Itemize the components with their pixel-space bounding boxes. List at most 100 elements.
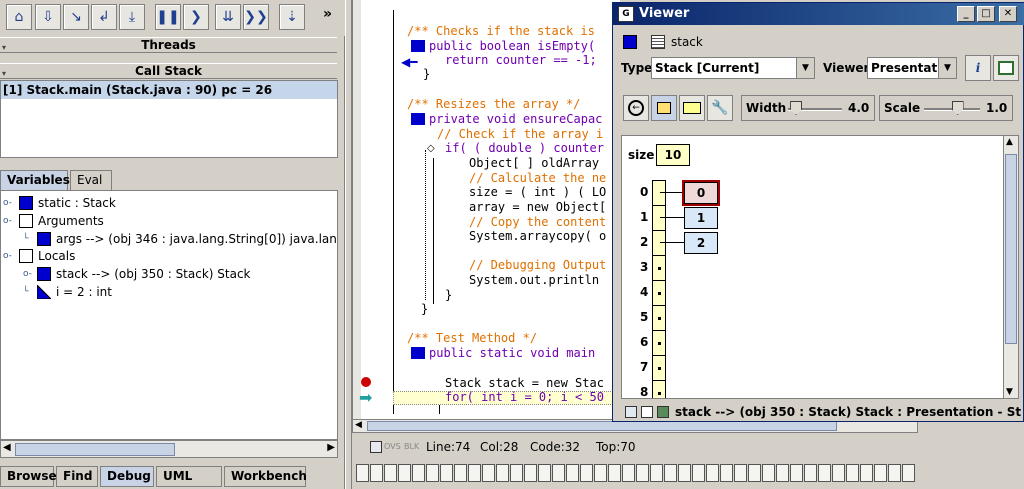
file-tab-icon[interactable] — [538, 464, 551, 482]
method-block-icon[interactable] — [411, 40, 425, 52]
resume-icon[interactable]: ❯ — [183, 4, 209, 30]
callstack-header[interactable]: ▾ Call Stack — [0, 63, 337, 79]
file-tab-icon[interactable] — [426, 464, 439, 482]
file-tab-icon[interactable] — [678, 464, 691, 482]
width-slider-thumb[interactable] — [790, 101, 803, 115]
array-cell[interactable] — [653, 181, 665, 206]
chevron-down-icon[interactable]: ▼ — [796, 58, 814, 78]
file-tab-icon[interactable] — [440, 464, 453, 482]
file-tab-icon[interactable] — [496, 464, 509, 482]
tree-node-icon[interactable]: o- — [3, 251, 12, 261]
file-tab-icon[interactable] — [580, 464, 593, 482]
file-tab-icon[interactable] — [790, 464, 803, 482]
file-tab-icon[interactable] — [734, 464, 747, 482]
tree-item-static[interactable]: static : Stack — [19, 194, 116, 212]
tab-find[interactable]: Find — [56, 466, 98, 487]
file-tab-icon[interactable] — [468, 464, 481, 482]
tree-node-icon[interactable]: o- — [3, 216, 12, 226]
tree-node-icon[interactable]: o- — [3, 198, 12, 208]
file-tab-icon[interactable] — [692, 464, 705, 482]
file-tab-icon[interactable] — [412, 464, 425, 482]
minimize-icon[interactable]: _ — [957, 6, 975, 22]
code-editor[interactable]: ◀━ ◇ ➡ /** Checks if the stack is public… — [352, 0, 620, 430]
array-element-box[interactable]: 0 — [682, 180, 720, 206]
array-cell[interactable] — [653, 381, 665, 398]
maximize-icon[interactable]: □ — [977, 6, 995, 22]
scrollbar-thumb[interactable] — [15, 443, 175, 456]
file-tab-icon[interactable] — [650, 464, 663, 482]
file-tab-icon[interactable] — [902, 464, 915, 482]
tree-item-args[interactable]: args --> (obj 346 : java.lang.String[0])… — [37, 230, 337, 248]
pause-icon[interactable]: ❚❚ — [155, 4, 181, 30]
tree-node-icon[interactable]: o- — [23, 269, 32, 279]
step-into-icon[interactable]: ↘ — [63, 4, 89, 30]
tree-item-stack[interactable]: stack --> (obj 350 : Stack) Stack — [37, 265, 251, 283]
file-tab-icon[interactable] — [398, 464, 411, 482]
step-out-icon[interactable]: ↲ — [91, 4, 117, 30]
rect-mode-icon[interactable] — [679, 95, 705, 121]
file-tab-icon[interactable] — [370, 464, 383, 482]
file-tab-icon[interactable] — [524, 464, 537, 482]
viewer-titlebar[interactable]: G Viewer _ □ ✕ — [613, 3, 1024, 25]
toolbar-overflow-button[interactable]: » — [323, 6, 332, 22]
scrollbar-thumb[interactable] — [367, 421, 837, 431]
scroll-left-icon[interactable]: ◀ — [355, 420, 362, 430]
info-icon[interactable]: i — [965, 55, 991, 81]
scroll-down-icon[interactable]: ▼ — [1006, 387, 1013, 397]
tree-item-arguments[interactable]: Arguments — [19, 212, 104, 230]
collapse-icon[interactable]: ▾ — [2, 67, 6, 81]
array-cell[interactable] — [653, 256, 665, 281]
threads-header[interactable]: ▾ Threads — [0, 37, 337, 53]
tab-uml-info[interactable]: UML Info — [156, 466, 222, 489]
file-tab-icon[interactable] — [818, 464, 831, 482]
file-tab-icon[interactable] — [846, 464, 859, 482]
file-tab-icon[interactable] — [356, 464, 369, 482]
file-tab-icon[interactable] — [384, 464, 397, 482]
wrench-icon[interactable]: 🔧 — [707, 95, 733, 121]
step-return-icon[interactable]: ⤓ — [119, 4, 145, 30]
editor-mode-icon[interactable] — [370, 441, 382, 453]
callstack-row[interactable]: [1] Stack.main (Stack.java : 90) pc = 26 — [1, 81, 337, 99]
array-column[interactable] — [652, 180, 666, 398]
tree-item-i[interactable]: i = 2 : int — [37, 283, 112, 301]
down-arrow-icon[interactable]: ⇣ — [279, 4, 305, 30]
file-tab-icon[interactable] — [804, 464, 817, 482]
array-element-box[interactable]: 1 — [684, 207, 718, 229]
array-cell[interactable] — [653, 206, 665, 231]
tab-debug[interactable]: Debug — [100, 466, 154, 487]
method-block-icon[interactable] — [411, 347, 425, 359]
file-tab-icon[interactable] — [762, 464, 775, 482]
splitter[interactable] — [345, 0, 352, 489]
collapse-icon[interactable]: ▾ — [2, 41, 6, 55]
file-tab-icon[interactable] — [888, 464, 901, 482]
file-tab-icon[interactable] — [482, 464, 495, 482]
file-tab-icon[interactable] — [636, 464, 649, 482]
step-many-icon[interactable]: ⇊ — [215, 4, 241, 30]
step-over-icon[interactable]: ⇩ — [35, 4, 61, 30]
array-cell[interactable] — [653, 331, 665, 356]
file-tab-icon[interactable] — [874, 464, 887, 482]
file-tab-icon[interactable] — [552, 464, 565, 482]
file-tab-icon[interactable] — [706, 464, 719, 482]
viewer-select[interactable]: Presentat... ▼ — [867, 57, 957, 79]
array-cell[interactable] — [653, 306, 665, 331]
scrollbar-thumb[interactable] — [1005, 154, 1017, 344]
chevron-down-icon[interactable]: ▼ — [938, 58, 956, 78]
file-tab-icon[interactable] — [622, 464, 635, 482]
file-tab-icon[interactable] — [594, 464, 607, 482]
variables-hscrollbar[interactable]: ◀ ▶ — [0, 440, 338, 458]
file-tab-icon[interactable] — [454, 464, 467, 482]
tab-browse[interactable]: Browse — [0, 466, 57, 487]
file-tab-icon[interactable] — [720, 464, 733, 482]
back-icon[interactable]: ← — [623, 95, 649, 121]
scale-slider-thumb[interactable] — [951, 101, 964, 115]
scroll-right-icon[interactable]: ▶ — [327, 442, 335, 453]
array-element-box[interactable]: 2 — [684, 232, 718, 254]
size-value-box[interactable]: 10 — [656, 144, 690, 166]
file-tab-icon[interactable] — [510, 464, 523, 482]
file-tab-icon[interactable] — [776, 464, 789, 482]
tab-variables[interactable]: Variables — [0, 170, 70, 191]
tree-item-locals[interactable]: Locals — [19, 247, 75, 265]
tab-workbench[interactable]: Workbench — [224, 466, 307, 487]
file-tab-icon[interactable] — [608, 464, 621, 482]
